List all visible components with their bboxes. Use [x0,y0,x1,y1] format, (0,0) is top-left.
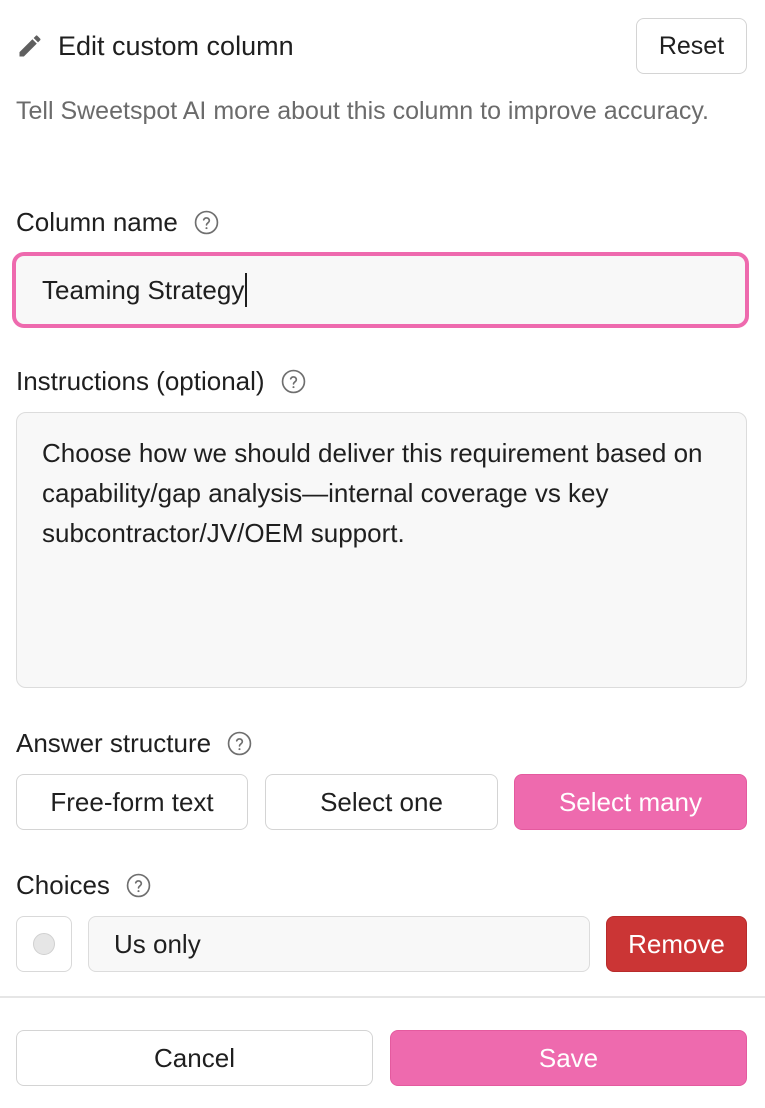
help-icon[interactable] [227,731,252,756]
footer-divider [0,996,765,998]
radio-icon [33,933,55,955]
help-icon[interactable] [194,210,219,235]
remove-choice-button[interactable]: Remove [606,916,747,972]
choice-default-toggle[interactable] [16,916,72,972]
answer-structure-label-row: Answer structure [16,728,252,759]
select-many-option[interactable]: Select many [514,774,747,830]
choice-value: Us only [114,928,201,959]
column-name-input[interactable]: Teaming Strategy [12,252,749,328]
choices-label: Choices [16,870,110,900]
instructions-label: Instructions (optional) [16,366,265,396]
column-name-label-row: Column name [16,207,219,238]
text-caret [245,273,248,307]
choices-label-row: Choices [16,870,151,901]
answer-structure-label: Answer structure [16,728,212,758]
save-button[interactable]: Save [390,1030,747,1086]
instructions-label-row: Instructions (optional) [16,366,306,397]
column-name-label: Column name [16,207,178,237]
select-one-option[interactable]: Select one [265,774,498,830]
column-name-value: Teaming Strategy [42,274,245,305]
panel-description: Tell Sweetspot AI more about this column… [16,97,709,125]
panel-title: Edit custom column [58,31,294,61]
choice-input[interactable]: Us only [88,916,590,972]
help-icon[interactable] [126,873,151,898]
panel-header: Edit custom column Reset [16,18,747,74]
pencil-icon [19,35,41,57]
cancel-button[interactable]: Cancel [16,1030,373,1086]
instructions-textarea[interactable]: Choose how we should deliver this requir… [16,412,747,688]
free-form-text-option[interactable]: Free-form text [16,774,248,830]
help-icon[interactable] [281,369,306,394]
reset-button[interactable]: Reset [636,18,747,74]
